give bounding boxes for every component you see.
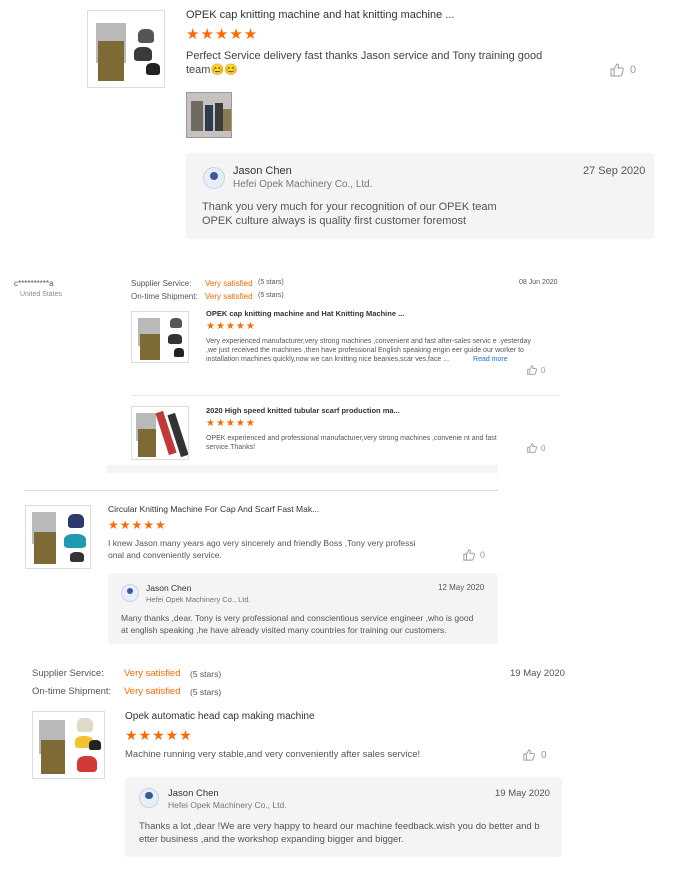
like-button[interactable]: 0 — [610, 63, 636, 77]
like-count: 0 — [541, 365, 546, 375]
like-count: 0 — [541, 443, 546, 453]
reply-author-name: Jason Chen — [146, 583, 192, 593]
review-date: 08 Jun 2020 — [519, 279, 558, 286]
product-thumbnail[interactable] — [131, 311, 189, 363]
like-count: 0 — [480, 550, 486, 560]
thumbs-up-icon — [463, 549, 475, 561]
product-thumbnail[interactable] — [131, 406, 189, 460]
supplier-reply: Jason Chen Hefei Opek Machinery Co., Ltd… — [108, 573, 498, 644]
reply-author-name: Jason Chen — [168, 788, 219, 799]
review-photo[interactable] — [186, 92, 232, 138]
reply-date: 12 May 2020 — [438, 583, 485, 592]
like-count: 0 — [630, 64, 637, 76]
avatar — [121, 584, 139, 602]
reply-text-line: OPEK culture always is quality first cus… — [202, 215, 467, 227]
product-title[interactable]: Circular Knitting Machine For Cap And Sc… — [108, 504, 319, 514]
read-more-link[interactable]: Read more — [473, 356, 508, 363]
rating-stars: ★★★★★ — [206, 418, 256, 429]
reply-author-name: Jason Chen — [233, 165, 292, 177]
supplier-service-stars: (5 stars) — [190, 669, 222, 679]
rating-stars: ★★★★★ — [125, 727, 193, 743]
reply-company: Hefei Opek Machinery Co., Ltd. — [146, 595, 251, 604]
supplier-service-label: Supplier Service: — [131, 279, 192, 288]
thumbs-up-icon — [527, 443, 537, 453]
buyer-name: c**********a — [14, 279, 54, 288]
reply-text: Thanks a lot ,dear !We are very happy to… — [139, 821, 540, 845]
review-date: 19 May 2020 — [510, 668, 565, 679]
supplier-service-stars: (5 stars) — [258, 279, 284, 286]
on-time-shipment-value: Very satisfied — [205, 292, 253, 301]
thumbs-up-icon — [527, 365, 537, 375]
reply-company: Hefei Opek Machinery Co., Ltd. — [168, 800, 287, 810]
reply-company: Hefei Opek Machinery Co., Ltd. — [233, 179, 373, 190]
product-title[interactable]: Opek automatic head cap making machine — [125, 711, 315, 722]
item-divider — [131, 395, 560, 396]
supplier-service-label: Supplier Service: — [32, 668, 104, 679]
review-divider — [24, 490, 498, 491]
rating-stars: ★★★★★ — [206, 321, 256, 332]
like-count: 0 — [541, 749, 547, 761]
rating-stars: ★★★★★ — [186, 26, 259, 43]
thumbs-up-icon — [610, 63, 624, 77]
product-title[interactable]: 2020 High speed knitted tubular scarf pr… — [206, 406, 400, 415]
product-thumbnail[interactable] — [87, 10, 165, 88]
on-time-shipment-value: Very satisfied — [124, 686, 181, 697]
avatar — [139, 788, 159, 808]
supplier-service-value: Very satisfied — [124, 668, 181, 679]
on-time-shipment-stars: (5 stars) — [258, 292, 284, 299]
avatar — [203, 167, 225, 189]
like-button[interactable]: 0 — [527, 365, 545, 375]
reply-date: 19 May 2020 — [495, 788, 550, 799]
reply-box-edge — [107, 465, 498, 473]
on-time-shipment-stars: (5 stars) — [190, 687, 222, 697]
supplier-reply: Jason Chen Hefei Opek Machinery Co., Ltd… — [125, 777, 562, 857]
on-time-shipment-label: On-time Shipment: — [131, 292, 198, 301]
thumbs-up-icon — [523, 749, 535, 761]
reply-date: 27 Sep 2020 — [583, 165, 646, 177]
like-button[interactable]: 0 — [523, 749, 547, 761]
supplier-reply: Jason Chen Hefei Opek Machinery Co., Ltd… — [186, 153, 654, 239]
review-comment: Machine running very stable,and very con… — [125, 749, 421, 760]
reply-text-line: Thank you very much for your recognition… — [202, 201, 497, 213]
buyer-country: United States — [20, 291, 63, 298]
supplier-service-value: Very satisfied — [205, 279, 253, 288]
review-comment: Perfect Service delivery fast thanks Jas… — [186, 50, 543, 76]
product-title[interactable]: OPEK cap knitting machine and hat knitti… — [186, 9, 454, 21]
on-time-shipment-label: On-time Shipment: — [32, 686, 112, 697]
review-comment: I knew Jason many years ago very sincere… — [108, 538, 416, 560]
reply-text: Many thanks ,dear. Tony is very professi… — [121, 613, 474, 635]
review-comment: Very experienced manufacturer,very stron… — [206, 338, 531, 363]
product-title[interactable]: OPEK cap knitting machine and Hat Knitti… — [206, 309, 404, 318]
like-button[interactable]: 0 — [527, 443, 545, 453]
rating-stars: ★★★★★ — [108, 518, 167, 532]
product-thumbnail[interactable] — [32, 711, 105, 779]
review-comment: OPEK experienced and professional manufa… — [206, 435, 497, 451]
like-button[interactable]: 0 — [463, 549, 485, 561]
product-thumbnail[interactable] — [25, 505, 91, 569]
